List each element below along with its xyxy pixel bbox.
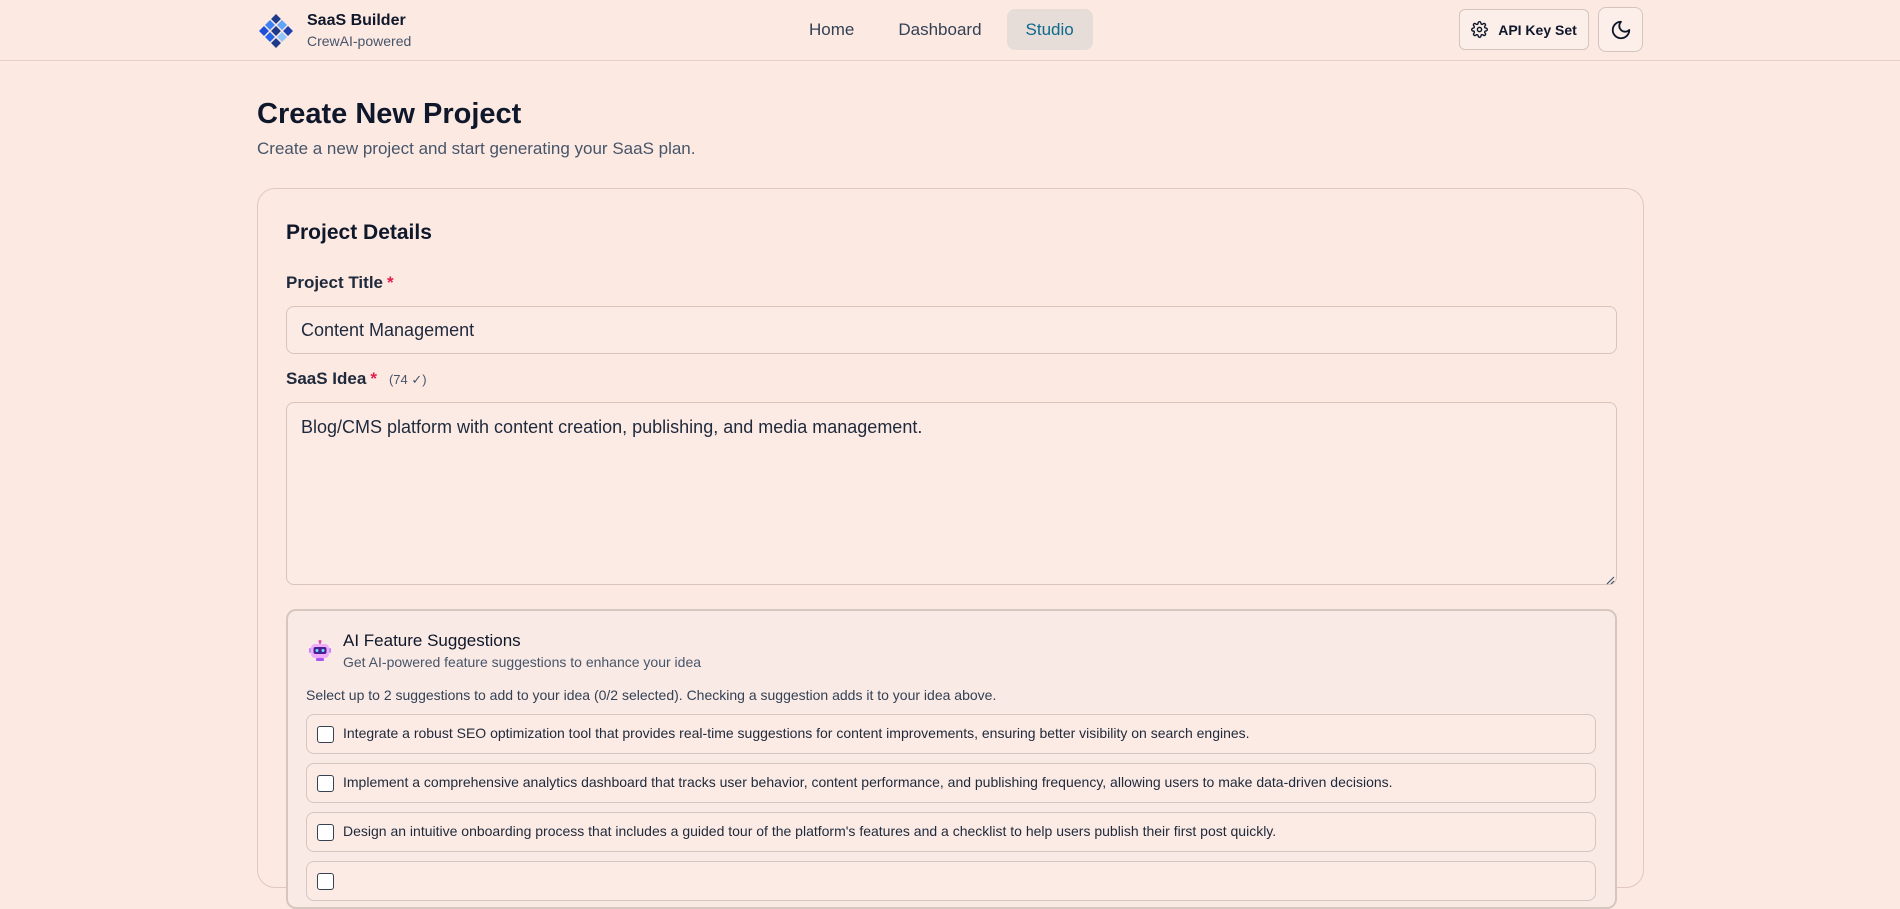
project-title-label-text: Project Title: [286, 273, 383, 292]
saas-idea-label: SaaS Idea * (74 ✓): [286, 369, 427, 389]
brand-title: SaaS Builder: [307, 12, 406, 29]
ai-suggestions-panel: AI Feature Suggestions Get AI-powered fe…: [286, 609, 1617, 909]
suggestion-item[interactable]: Design an intuitive onboarding process t…: [306, 812, 1596, 852]
required-mark: *: [387, 273, 394, 292]
top-navbar: SaaS Builder CrewAI-powered Home Dashboa…: [0, 0, 1900, 61]
brand[interactable]: SaaS Builder CrewAI-powered: [257, 11, 411, 51]
nav-home[interactable]: Home: [790, 9, 873, 50]
main-nav: Home Dashboard Studio: [790, 9, 1093, 50]
gear-icon: [1471, 21, 1489, 38]
ai-suggestions-title: AI Feature Suggestions: [343, 631, 521, 650]
card-title: Project Details: [286, 221, 432, 244]
suggestion-item[interactable]: Implement a comprehensive analytics dash…: [306, 763, 1596, 803]
saas-idea-label-text: SaaS Idea: [286, 369, 367, 388]
suggestion-checkbox[interactable]: [317, 775, 334, 792]
suggestion-item[interactable]: Integrate a robust SEO optimization tool…: [306, 714, 1596, 754]
project-details-card: Project Details Project Title * SaaS Ide…: [257, 188, 1644, 909]
suggestion-item-partial[interactable]: [306, 861, 1596, 901]
suggestion-checkbox[interactable]: [317, 726, 334, 743]
character-count: (74 ✓): [388, 372, 427, 387]
saas-idea-textarea[interactable]: Blog/CMS platform with content creation,…: [286, 402, 1617, 585]
project-title-input[interactable]: [286, 306, 1617, 354]
theme-toggle-button[interactable]: [1598, 7, 1643, 52]
brand-subtitle: CrewAI-powered: [307, 33, 412, 49]
ai-suggestions-subtitle: Get AI-powered feature suggestions to en…: [343, 654, 702, 670]
nav-dashboard[interactable]: Dashboard: [879, 9, 1000, 50]
suggestion-checkbox[interactable]: [317, 824, 334, 841]
ai-suggestions-instructions: Select up to 2 suggestions to add to you…: [306, 687, 997, 703]
api-key-button[interactable]: API Key Set: [1459, 9, 1589, 50]
suggestion-text: Integrate a robust SEO optimization tool…: [343, 725, 1250, 741]
nav-studio[interactable]: Studio: [1006, 9, 1093, 50]
page-title: Create New Project: [257, 98, 522, 130]
diamond-grid-logo-icon: [257, 12, 295, 50]
resize-grip-icon[interactable]: [1605, 572, 1615, 585]
required-mark: *: [370, 369, 377, 388]
page-subtitle: Create a new project and start generatin…: [257, 139, 696, 158]
suggestion-text: Design an intuitive onboarding process t…: [343, 823, 1277, 839]
moon-icon: [1610, 19, 1632, 41]
suggestion-text: Implement a comprehensive analytics dash…: [343, 774, 1393, 790]
project-title-label: Project Title *: [286, 273, 394, 293]
suggestion-checkbox[interactable]: [317, 873, 334, 890]
robot-icon: [308, 639, 332, 663]
api-key-label: API Key Set: [1498, 21, 1577, 38]
